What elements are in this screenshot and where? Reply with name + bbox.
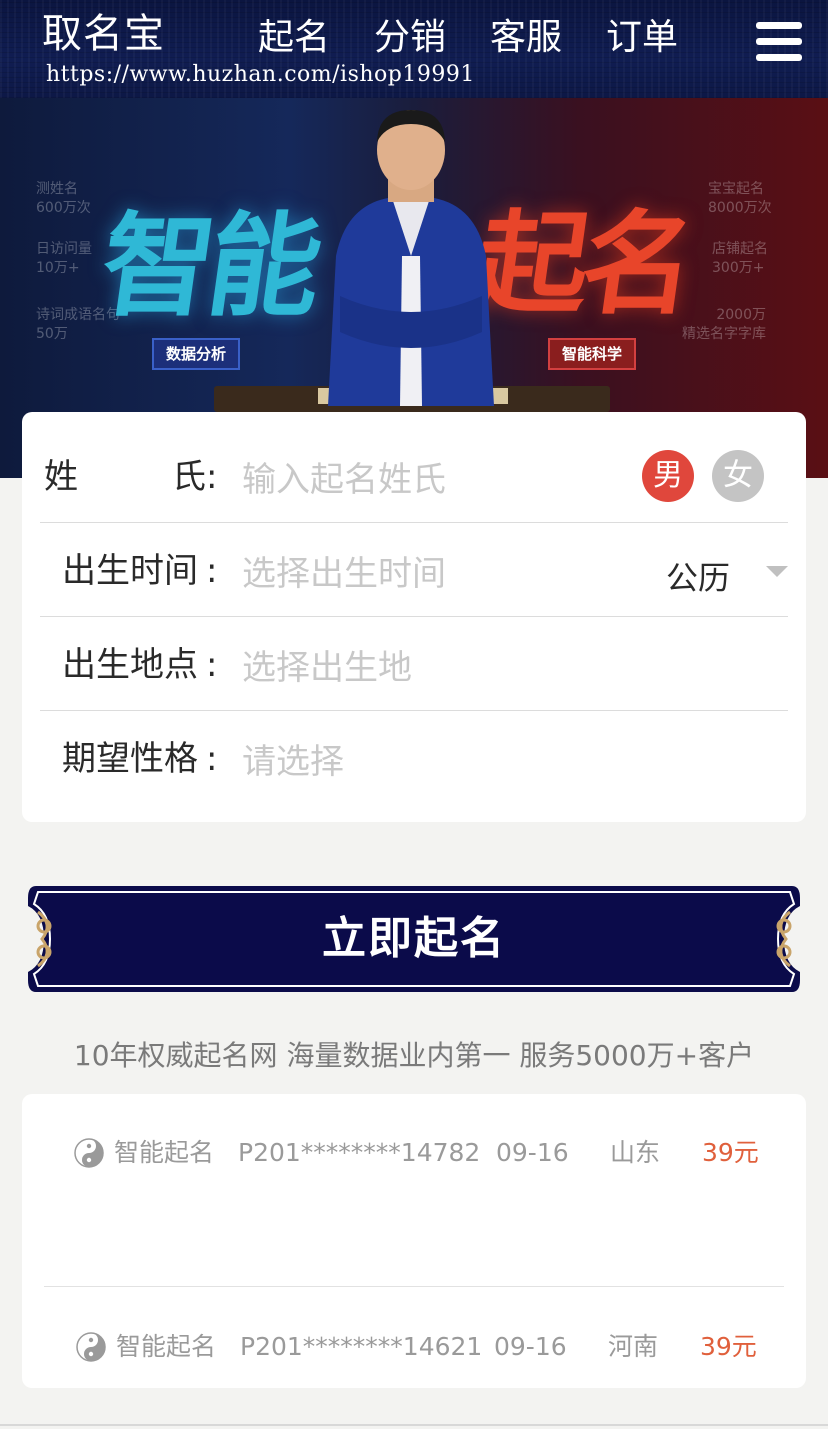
surname-input[interactable] <box>242 458 642 502</box>
order-date: 09-16 <box>494 1332 567 1361</box>
page-bottom-divider <box>0 1424 828 1426</box>
form-divider <box>40 522 788 523</box>
yin-yang-icon <box>74 1138 104 1168</box>
order-divider <box>44 1286 784 1287</box>
start-naming-button[interactable]: 立即起名 <box>22 884 806 994</box>
banner-presenter-image <box>328 110 494 406</box>
list-item: 智能起名 P201********14782 09-16 山东 39元 <box>22 1126 806 1186</box>
order-date: 09-16 <box>496 1138 569 1167</box>
calendar-type-select[interactable]: 公历 <box>666 553 730 599</box>
surname-label-char-2: 氏 <box>172 457 206 497</box>
recent-orders-list: 智能起名 P201********14782 09-16 山东 39元 智能起名… <box>22 1094 806 1388</box>
shop-url-watermark: https://www.huzhan.com/ishop19991 <box>46 62 475 87</box>
surname-label-colon: : <box>206 457 218 497</box>
nav-item-orders[interactable]: 订单 <box>606 20 678 56</box>
app-logo[interactable]: 取名宝 <box>42 14 165 54</box>
order-id: P201********14782 <box>238 1138 481 1167</box>
banner-stat-right: 宝宝起名 8000万次 <box>708 181 772 216</box>
order-region: 河南 <box>608 1332 659 1361</box>
gender-female-button[interactable]: 女 <box>712 450 764 502</box>
banner-stat-left: 日访问量 10万+ <box>36 241 92 276</box>
order-service: 智能起名 <box>116 1332 217 1361</box>
chevron-down-icon[interactable] <box>766 566 788 577</box>
gender-male-button[interactable]: 男 <box>642 450 694 502</box>
banner-stat-right: 2000万 精选名字字库 <box>682 307 766 342</box>
banner-tag-data-analysis: 数据分析 <box>152 338 241 370</box>
personality-select[interactable] <box>242 740 642 784</box>
nav-item-distribution[interactable]: 分销 <box>374 20 446 56</box>
start-naming-label: 立即起名 <box>322 913 506 964</box>
service-slogan: 10年权威起名网 海量数据业内第一 服务5000万+客户 <box>73 1039 755 1072</box>
order-region: 山东 <box>610 1138 661 1167</box>
birth-time-label: 出生时间 <box>62 551 198 591</box>
birth-place-colon: : <box>206 645 218 685</box>
banner-tag-smart-science: 智能科学 <box>548 338 637 370</box>
birth-place-label: 出生地点 <box>62 645 198 685</box>
birth-place-input[interactable] <box>242 646 642 690</box>
form-divider <box>40 616 788 617</box>
order-id: P201********14621 <box>240 1332 483 1361</box>
banner-headline-left: 智能 <box>93 201 324 332</box>
top-header: 取名宝 https://www.huzhan.com/ishop19991 起名… <box>0 0 828 98</box>
surname-label-char-1: 姓 <box>44 457 78 497</box>
personality-label: 期望性格 <box>62 739 198 779</box>
order-service: 智能起名 <box>114 1138 215 1167</box>
nav-item-customer-service[interactable]: 客服 <box>490 20 562 56</box>
hamburger-menu-icon[interactable] <box>756 22 802 62</box>
nav-item-naming[interactable]: 起名 <box>258 20 330 56</box>
yin-yang-icon <box>76 1332 106 1362</box>
personality-colon: : <box>206 739 218 779</box>
banner-stat-right: 店铺起名 300万+ <box>712 241 768 276</box>
naming-form-card: 姓 氏 : 男 女 出生时间 : 公历 出生地点 : 期望性格 : <box>22 412 806 822</box>
order-price: 39元 <box>700 1332 757 1361</box>
form-divider <box>40 710 788 711</box>
list-item: 智能起名 P201********14621 09-16 河南 39元 <box>22 1320 806 1380</box>
order-price: 39元 <box>702 1138 759 1167</box>
banner-stat-left: 测姓名 600万次 <box>36 181 91 216</box>
birth-time-colon: : <box>206 551 218 591</box>
birth-time-input[interactable] <box>242 552 642 596</box>
